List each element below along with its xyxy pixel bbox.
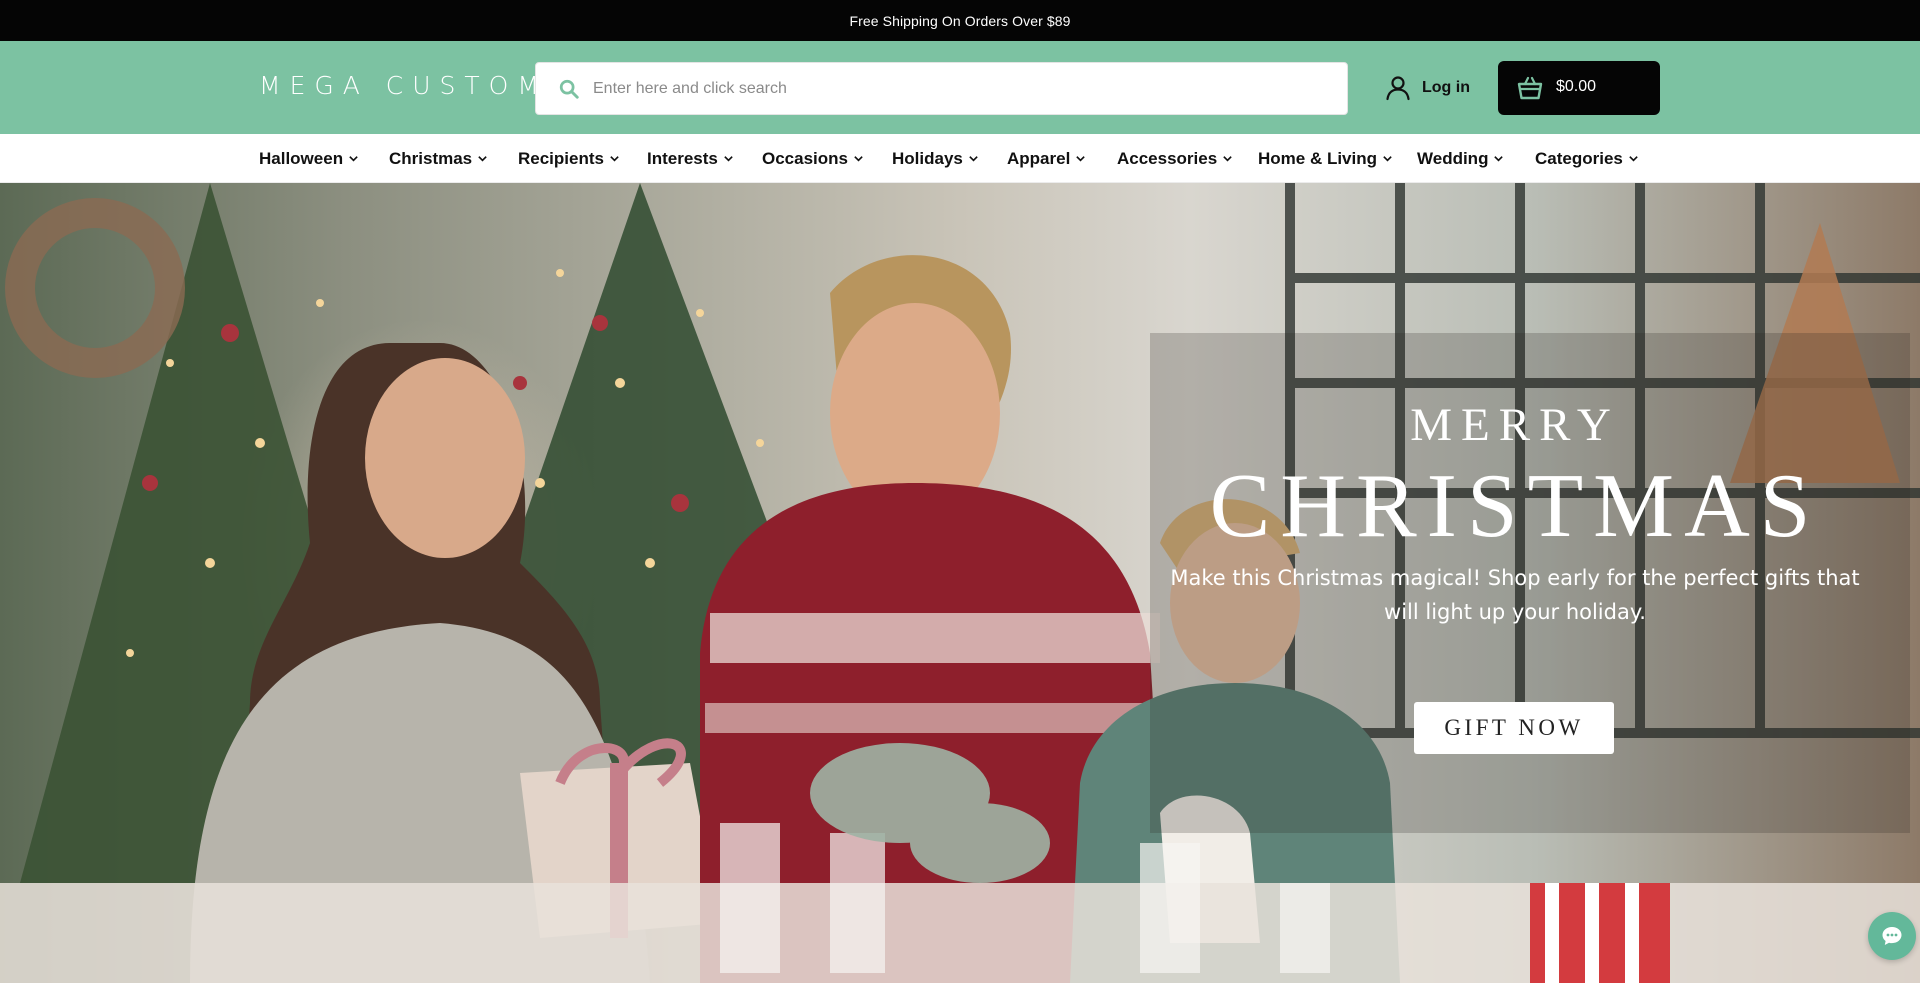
search-bar [535,62,1348,115]
chevron-down-icon [610,156,619,162]
wreath [5,198,185,378]
chevron-down-icon [724,156,733,162]
hero-tagline: Make this Christmas magical! Shop early … [1170,566,1860,624]
nav-item-label: Occasions [762,148,848,168]
search-input[interactable] [593,63,1333,114]
nav-item-label: Holidays [892,148,963,168]
nav-item-wedding[interactable]: Wedding [1417,134,1504,183]
nav-item-label: Home & Living [1258,148,1378,168]
cart-button[interactable]: $0.00 [1498,61,1660,115]
nav-item-home-living[interactable]: Home & Living [1258,134,1393,183]
chevron-down-icon [349,156,358,162]
gift-now-button[interactable]: GIFT NOW [1414,702,1614,754]
basket-icon [1517,76,1543,100]
cart-amount: $0.00 [1556,78,1597,95]
chevron-down-icon [1223,156,1232,162]
chevron-down-icon [1494,156,1504,162]
chevron-down-icon [854,156,863,162]
chat-button[interactable] [1868,912,1916,960]
nav-item-occasions[interactable]: Occasions [762,134,864,183]
chevron-down-icon [969,156,978,162]
table-gifts-right [1530,883,1670,983]
site-logo[interactable]: MEGA CUSTOM [259,71,548,100]
site-header: MEGA CUSTOM Log in $0.00 [0,41,1920,134]
nav-item-label: Apparel [1007,148,1071,168]
nav-item-label: Recipients [518,148,604,168]
announcement-text: Free Shipping On Orders Over $89 [849,12,1071,29]
nav-item-label: Wedding [1417,148,1489,168]
login-link[interactable]: Log in [1384,71,1470,105]
nav-item-recipients[interactable]: Recipients [518,134,620,183]
login-label: Log in [1422,79,1470,96]
nav-item-holidays[interactable]: Holidays [892,134,979,183]
search-icon[interactable] [558,78,580,100]
main-nav: Halloween Christmas Recipients Interests… [0,134,1920,183]
nav-item-label: Accessories [1117,148,1218,168]
chevron-down-icon [478,156,487,162]
nav-item-halloween[interactable]: Halloween [259,134,359,183]
hero-headline: CHRISTMAS [1209,455,1821,556]
nav-item-label: Interests [647,148,718,168]
chevron-down-icon [1383,156,1392,162]
nav-item-interests[interactable]: Interests [647,134,734,183]
announcement-bar: Free Shipping On Orders Over $89 [0,0,1920,41]
nav-item-categories[interactable]: Categories [1535,134,1639,183]
hero-kicker: MERRY [1410,399,1620,451]
nav-item-christmas[interactable]: Christmas [389,134,488,183]
hero-banner[interactable]: MERRY CHRISTMAS Make this Christmas magi… [0,183,1920,983]
chevron-down-icon [1629,156,1638,162]
nav-item-label: Halloween [259,148,344,168]
nav-item-apparel[interactable]: Apparel [1007,134,1086,183]
chat-icon [1882,927,1902,945]
nav-item-label: Christmas [389,148,473,168]
user-icon [1386,76,1410,101]
nav-item-accessories[interactable]: Accessories [1117,134,1233,183]
chevron-down-icon [1076,156,1086,162]
nav-item-label: Categories [1535,148,1623,168]
